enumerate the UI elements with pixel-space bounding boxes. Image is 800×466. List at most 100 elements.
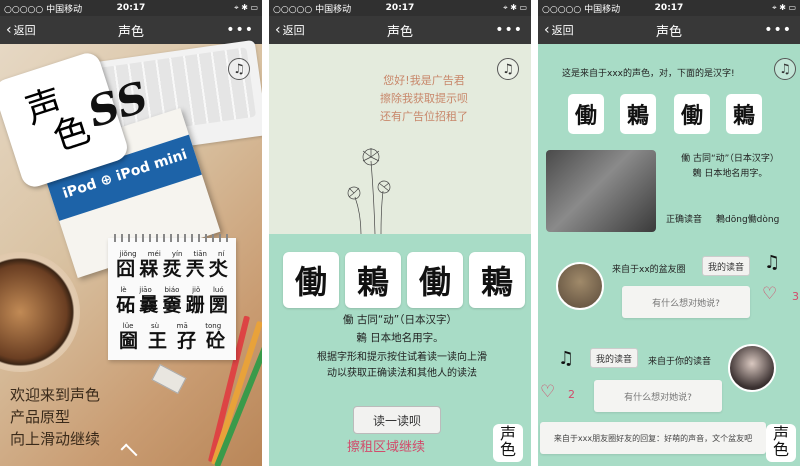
back-button[interactable]: ‹ 返回: [544, 22, 574, 38]
back-label: 返回: [13, 24, 36, 37]
rare-char: 跚: [185, 294, 205, 316]
char-tile[interactable]: 働: [674, 94, 710, 134]
your-source-label: 来自于你的读音: [648, 357, 712, 367]
like-count: 3: [792, 290, 799, 303]
brand-logo: 声 色: [766, 424, 796, 462]
dandelion-illustration: [347, 148, 391, 234]
pinyin: lè: [120, 286, 127, 294]
status-icons: ⌖ ✱ ▭: [234, 3, 259, 12]
pinyin: luó: [212, 286, 224, 294]
pinyin: jiǒ: [192, 286, 201, 294]
clock: 20:17: [654, 3, 684, 13]
ad-text: 您好!我是广告君 擦除我获取提示呗 还有广告位招租了: [359, 72, 489, 126]
pinyin: tiān: [193, 250, 207, 258]
heart-icon[interactable]: ♡: [540, 382, 555, 402]
comment-input[interactable]: 有什么想对她说?: [622, 286, 750, 318]
friend-voice-button[interactable]: 我的读音: [702, 256, 751, 276]
rare-char: 槑: [139, 258, 159, 280]
rare-char: 氼: [208, 258, 228, 280]
rare-char: 囧: [116, 258, 136, 280]
welcome-content: iPod ⊕ iPod mini 声色 SS ♫ jiǒng méi yín tiān…: [0, 39, 262, 466]
clock: 20:17: [385, 3, 415, 13]
rare-char: 兲: [185, 258, 205, 280]
nav-bar: ‹ 返回 声色 •••: [269, 16, 531, 44]
welcome-text: 欢迎来到声色 产品原型 向上滑动继续: [10, 384, 100, 450]
char-tile[interactable]: 働: [407, 252, 463, 308]
rare-char: 嫑: [162, 294, 182, 316]
notepad-characters: jiǒng méi yín tiān ní 囧槑烎兲氼 lè jiāo biáo jiǒ luó…: [108, 234, 236, 360]
char-tile[interactable]: 鶇: [620, 94, 656, 134]
phone-screen-guess: ○○○○○ 中国移动 20:17 ⌖ ✱ ▭ ‹ 返回 声色 ••• ♫ 您好!我…: [269, 0, 531, 466]
like-count: 2: [568, 388, 575, 401]
back-button[interactable]: ‹ 返回: [6, 22, 36, 38]
correct-value: 鶇dōng働dòng: [716, 215, 780, 225]
back-button[interactable]: ‹ 返回: [275, 22, 305, 38]
back-label: 返回: [551, 24, 574, 37]
chevron-left-icon: ‹: [6, 22, 12, 38]
status-bar: ○○○○○ 中国移动 20:17 ⌖ ✱ ▭: [0, 0, 262, 16]
more-dots-icon[interactable]: •••: [495, 22, 523, 38]
char-tile[interactable]: 鶇: [726, 94, 762, 134]
welcome-line-3: 向上滑动继续: [10, 430, 101, 448]
more-dots-icon[interactable]: •••: [226, 22, 254, 38]
page-title: 声色: [117, 24, 144, 40]
rare-char: 孖: [176, 330, 196, 352]
comment-input[interactable]: 有什么想对她说?: [594, 380, 722, 412]
char-tile[interactable]: 働: [568, 94, 604, 134]
status-bar: ○○○○○ 中国移动 20:17 ⌖ ✱ ▭: [538, 0, 800, 16]
pinyin: lüe: [122, 322, 134, 330]
status-icons: ⌖ ✱ ▭: [503, 3, 528, 12]
eraser-image: [151, 364, 187, 394]
music-note-icon[interactable]: ♫: [497, 58, 519, 80]
read-aloud-button[interactable]: 读一读呗: [353, 406, 441, 434]
notepad-rings: [114, 234, 230, 242]
music-note-icon[interactable]: ♫: [558, 348, 574, 369]
result-content: 这是来自于xxx的声色，对，下面的是汉字! ♫ 働 鶇 働 鶇 働 古同“动”（…: [538, 44, 800, 466]
status-bar: ○○○○○ 中国移动 20:17 ⌖ ✱ ▭: [269, 0, 531, 16]
rare-char: 烎: [162, 258, 182, 280]
more-dots-icon[interactable]: •••: [764, 22, 792, 38]
instruction-text: 根据字形和提示按住试着读一读向上滑动以获取正确读法和其他人的读法: [317, 352, 487, 379]
nav-bar: ‹ 返回 声色 •••: [538, 16, 800, 44]
music-note-icon[interactable]: ♫: [228, 58, 250, 80]
definitions: 働 古同“动”（日本汉字） 鶇 日本地名用字。: [662, 152, 798, 182]
carrier-label: ○○○○○ 中国移动: [542, 4, 621, 15]
definition-2: 鶇 日本地名用字。: [692, 169, 768, 179]
rare-char: 圙: [118, 330, 138, 352]
chevron-left-icon: ‹: [275, 22, 281, 38]
pinyin: biáo: [164, 286, 180, 294]
carrier-label: ○○○○○ 中国移动: [4, 4, 83, 15]
definition-1: 働 古同“动”（日本汉字）: [343, 314, 457, 326]
char-tile[interactable]: 鶇: [345, 252, 401, 308]
chevron-up-icon[interactable]: [120, 443, 138, 461]
page-title: 声色: [655, 24, 682, 40]
heart-icon[interactable]: ♡: [762, 284, 777, 304]
pinyin: tong: [205, 322, 222, 330]
rare-char: 砳: [116, 294, 136, 316]
welcome-line-1: 欢迎来到声色: [10, 386, 101, 404]
ad-line-3: 还有广告位招租了: [380, 110, 468, 123]
reply-comment: 来自于xxx朋友圈好友的回复：好萌的声音，文个盆友吧: [540, 422, 766, 454]
correct-label: 正确读音: [666, 215, 703, 225]
definition-1: 働 古同“动”（日本汉字）: [681, 154, 779, 164]
music-note-icon[interactable]: ♫: [764, 252, 780, 273]
rare-char: 王: [147, 330, 167, 352]
scratch-continue-text[interactable]: 擦租区域继续: [347, 436, 425, 455]
user-avatar[interactable]: [728, 344, 776, 392]
your-voice-button[interactable]: 我的读音: [590, 348, 639, 368]
intro-text: 这是来自于xxx的声色，对，下面的是汉字!: [562, 69, 735, 79]
rare-char: 曩: [139, 294, 159, 316]
music-note-icon[interactable]: ♫: [774, 58, 796, 80]
rare-char: 圐: [208, 294, 228, 316]
nav-bar: ‹ 返回 声色 •••: [0, 16, 262, 44]
pinyin: mā: [176, 322, 188, 330]
char-tile[interactable]: 鶇: [469, 252, 525, 308]
friend-avatar[interactable]: [556, 262, 604, 310]
char-tile[interactable]: 働: [283, 252, 339, 308]
chevron-left-icon: ‹: [544, 22, 550, 38]
clock: 20:17: [116, 3, 146, 13]
brand-char-2: 色: [772, 440, 789, 459]
pinyin: ní: [218, 250, 225, 258]
status-icons: ⌖ ✱ ▭: [772, 3, 797, 12]
ad-line-1: 您好!我是广告君: [383, 74, 465, 87]
